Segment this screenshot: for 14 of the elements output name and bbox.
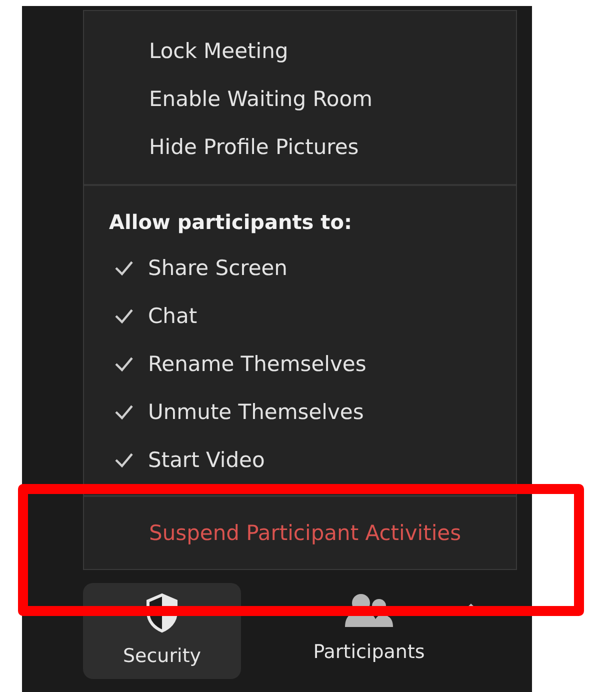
menu-item[interactable]: Lock Meeting xyxy=(84,27,516,75)
menu-option[interactable]: Start Video xyxy=(148,448,265,472)
menu-item[interactable]: Enable Waiting Room xyxy=(84,75,516,123)
menu-option[interactable]: Chat xyxy=(148,304,198,328)
shield-icon xyxy=(145,593,179,633)
menu-option[interactable]: Unmute Themselves xyxy=(148,400,364,424)
menu-item[interactable]: Hide Profile Pictures xyxy=(84,123,516,171)
menu-item[interactable]: Suspend Participant Activities xyxy=(84,509,516,557)
section-heading: Allow participants to: xyxy=(108,209,353,236)
toolbar-button[interactable]: Security xyxy=(83,583,241,679)
menu-option[interactable]: Share Screen xyxy=(148,256,288,280)
menu-option[interactable]: Rename Themselves xyxy=(148,352,366,376)
toolbar-button[interactable]: Participants xyxy=(299,583,439,679)
people-icon xyxy=(344,593,394,629)
